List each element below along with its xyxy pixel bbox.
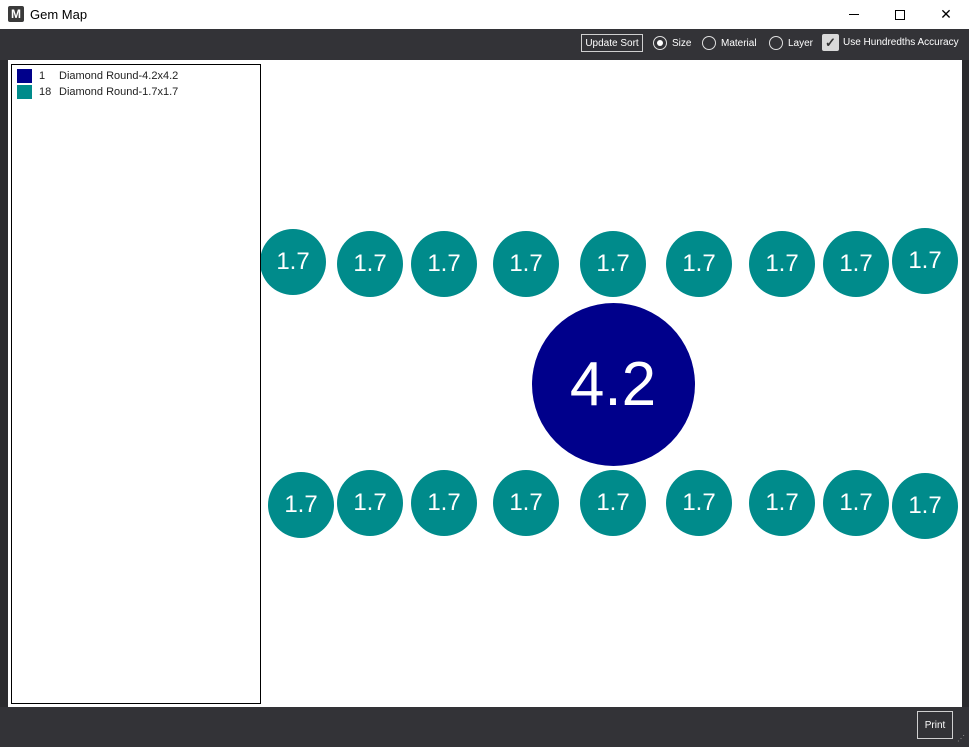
radio-indicator[interactable] [702, 36, 716, 50]
gem-marker[interactable]: 1.7 [749, 470, 815, 536]
gem-size-label: 1.7 [276, 248, 310, 275]
legend-item: 1 Diamond Round-4.2x4.2 [17, 69, 178, 83]
hundredths-accuracy-checkbox[interactable]: ✓ Use Hundredths Accuracy [822, 34, 959, 51]
gem-size-label: 1.7 [596, 489, 630, 516]
radio-indicator[interactable] [653, 36, 667, 50]
sort-layer-label: Layer [788, 37, 814, 49]
gem-size-label: 4.2 [569, 349, 657, 419]
app-logo-icon: M [8, 6, 24, 22]
gem-size-label: 1.7 [682, 489, 716, 516]
gem-size-label: 1.7 [509, 489, 543, 516]
legend-swatch [17, 69, 32, 83]
sort-size-radio[interactable]: Size [653, 36, 691, 50]
gem-marker[interactable]: 1.7 [666, 470, 732, 536]
gem-size-label: 1.7 [509, 250, 543, 277]
sort-size-label: Size [672, 37, 692, 49]
update-sort-button[interactable]: Update Sort [581, 34, 643, 52]
legend-swatch [17, 85, 32, 99]
gem-size-label: 1.7 [427, 250, 461, 277]
radio-indicator[interactable] [769, 36, 783, 50]
legend-name: Diamond Round-4.2x4.2 [59, 70, 179, 82]
gem-marker[interactable]: 1.7 [580, 231, 646, 297]
window-title: Gem Map [30, 7, 88, 22]
gem-marker[interactable]: 1.7 [892, 228, 958, 294]
gem-legend: 1 Diamond Round-4.2x4.2 18 Diamond Round… [11, 64, 261, 704]
sort-layer-radio[interactable]: Layer [769, 36, 813, 50]
gem-size-label: 1.7 [284, 491, 318, 518]
gem-marker[interactable]: 1.7 [337, 470, 403, 536]
gem-marker[interactable]: 1.7 [411, 470, 477, 536]
gem-map-area: 1.7 1.7 1.7 1.7 1.7 1.7 1.7 1.7 1.7 1.7 1.7 1.7 1.7 1… [8, 60, 962, 707]
minimize-button[interactable] [831, 0, 877, 29]
gem-marker[interactable]: 1.7 [749, 231, 815, 297]
legend-name: Diamond Round-1.7x1.7 [59, 86, 179, 98]
gem-marker[interactable]: 1.7 [580, 470, 646, 536]
hundredths-accuracy-label: Use Hundredths Accuracy [843, 37, 959, 48]
title-bar: M Gem Map ✕ [0, 0, 969, 29]
checkmark-icon[interactable]: ✓ [822, 34, 839, 51]
bottom-bar: Print ⋰ [0, 707, 969, 747]
gem-marker[interactable]: 1.7 [823, 470, 889, 536]
minimize-icon [849, 14, 859, 15]
gem-marker[interactable]: 1.7 [493, 470, 559, 536]
gem-marker[interactable]: 1.7 [411, 231, 477, 297]
gem-size-label: 1.7 [765, 250, 799, 277]
gem-marker[interactable]: 1.7 [337, 231, 403, 297]
legend-item: 18 Diamond Round-1.7x1.7 [17, 85, 178, 99]
gem-size-label: 1.7 [765, 489, 799, 516]
gem-size-label: 1.7 [353, 489, 387, 516]
gem-size-label: 1.7 [839, 489, 873, 516]
sort-material-label: Material [721, 37, 757, 49]
gem-size-label: 1.7 [839, 250, 873, 277]
gem-size-label: 1.7 [682, 250, 716, 277]
legend-count: 18 [39, 86, 52, 98]
sort-material-radio[interactable]: Material [702, 36, 757, 50]
gem-size-label: 1.7 [596, 250, 630, 277]
gem-size-label: 1.7 [427, 489, 461, 516]
gem-marker[interactable]: 1.7 [493, 231, 559, 297]
close-icon: ✕ [940, 6, 952, 22]
legend-count: 1 [39, 70, 46, 82]
print-button[interactable]: Print [917, 711, 953, 739]
gem-marker[interactable]: 1.7 [823, 231, 889, 297]
toolbar: Update Sort Size Material Layer ✓ Use Hu… [0, 29, 969, 60]
resize-grip-icon[interactable]: ⋰ [957, 734, 966, 743]
gem-size-label: 1.7 [908, 247, 942, 274]
gem-marker[interactable]: 1.7 [268, 472, 334, 538]
gem-size-label: 1.7 [353, 250, 387, 277]
gem-marker[interactable]: 1.7 [666, 231, 732, 297]
gem-marker[interactable]: 1.7 [892, 473, 958, 539]
maximize-button[interactable] [877, 0, 923, 29]
gem-size-label: 1.7 [908, 492, 942, 519]
maximize-icon [895, 9, 905, 20]
gem-marker[interactable]: 4.2 [531, 302, 695, 466]
close-button[interactable]: ✕ [923, 0, 969, 29]
gem-marker[interactable]: 1.7 [260, 229, 326, 295]
